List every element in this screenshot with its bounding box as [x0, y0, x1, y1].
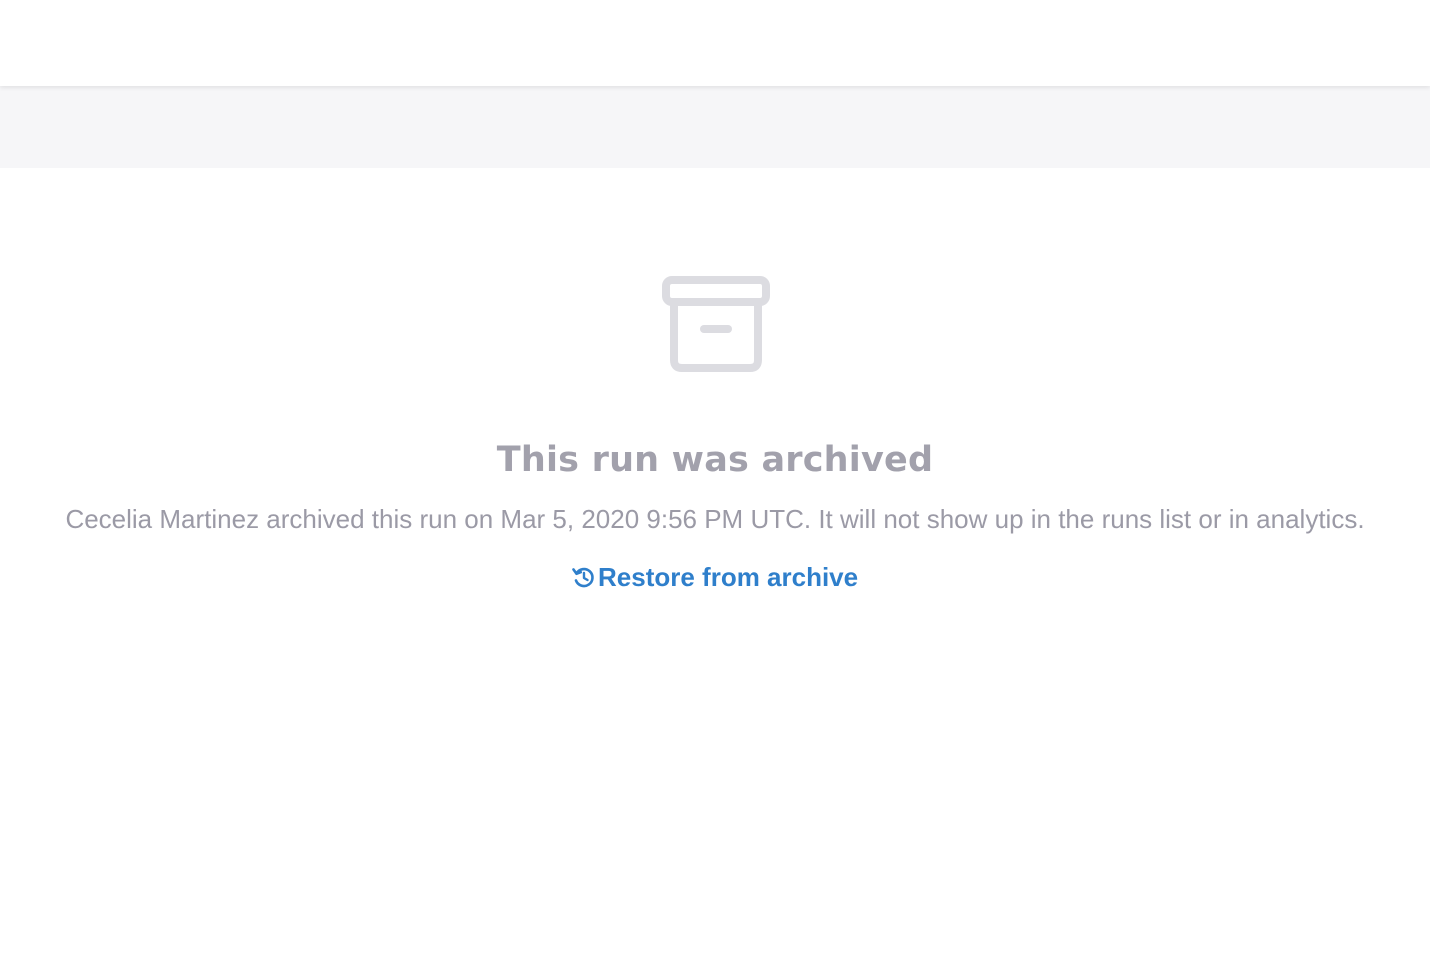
sub-header-bar [0, 86, 1430, 168]
archive-box-icon [662, 276, 770, 372]
top-header-bar [0, 0, 1430, 86]
archived-description: Cecelia Martinez archived this run on Ma… [65, 504, 1365, 534]
restore-history-icon [570, 564, 596, 590]
archived-title: This run was archived [496, 440, 934, 480]
restore-from-archive-label: Restore from archive [598, 562, 859, 592]
restore-from-archive-button[interactable]: Restore from archive [570, 559, 858, 595]
